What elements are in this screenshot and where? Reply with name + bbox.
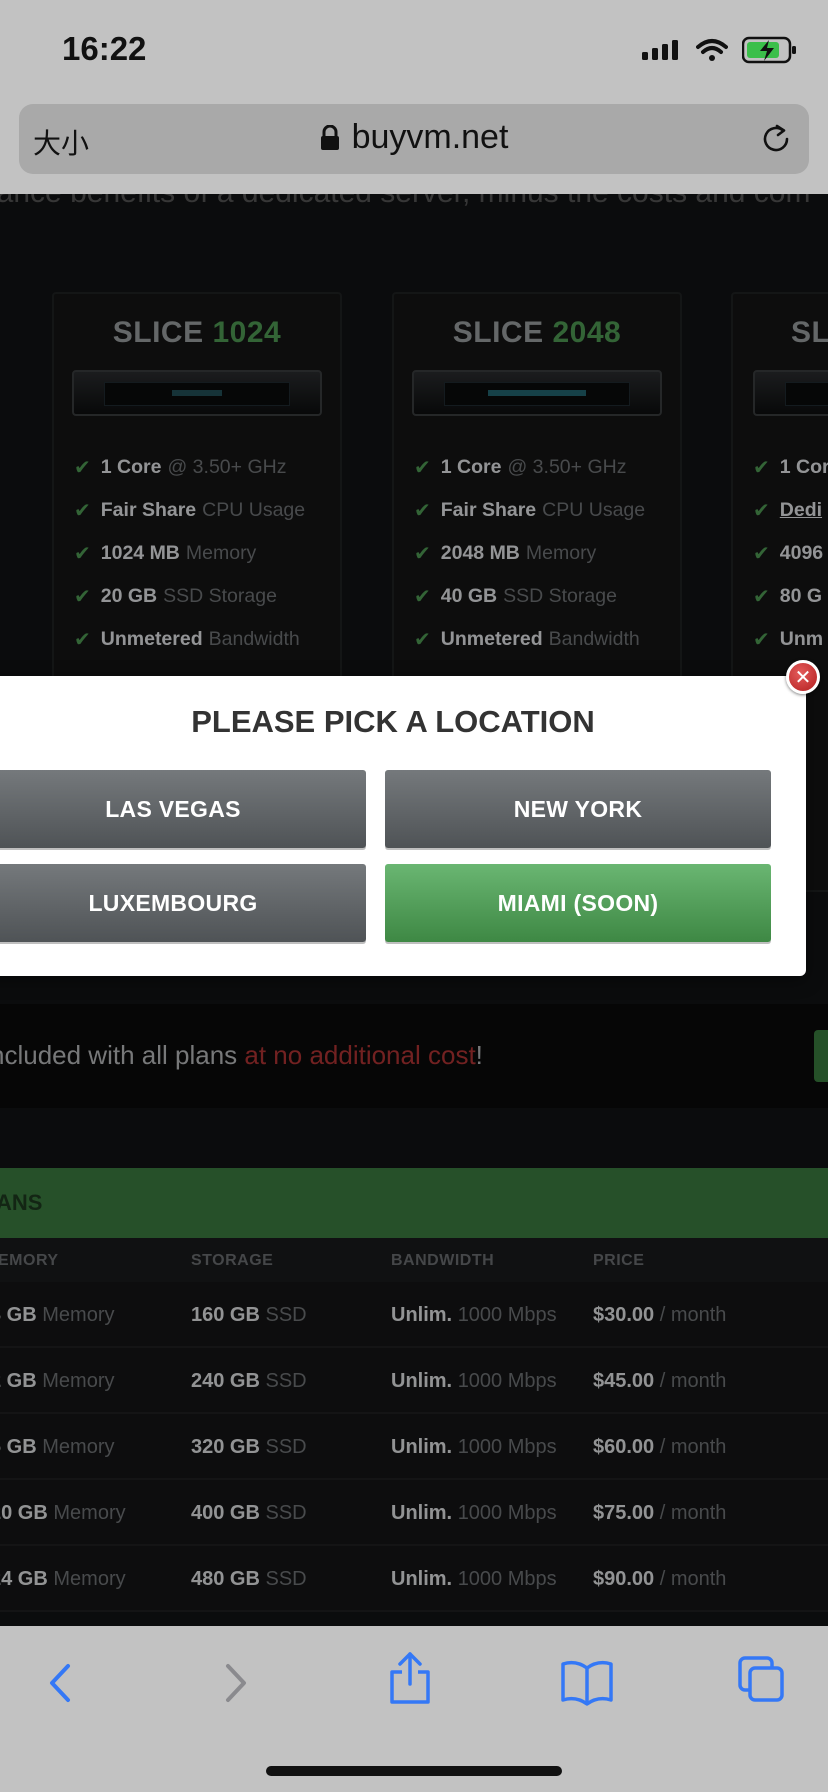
share-icon[interactable] [386, 1650, 434, 1706]
reload-icon[interactable] [759, 122, 793, 156]
luxembourg-button[interactable]: LUXEMBOURG [0, 864, 366, 942]
forward-icon[interactable] [218, 1658, 254, 1708]
battery-charging-icon [742, 36, 796, 64]
modal-title: PLEASE PICK A LOCATION [191, 704, 595, 739]
status-icons [642, 36, 798, 64]
url-display[interactable]: buyvm.net [19, 118, 809, 157]
address-bar-area: 大小 buyvm.net [0, 98, 828, 194]
tabs-icon[interactable] [736, 1654, 786, 1704]
home-indicator [266, 1766, 562, 1776]
las-vegas-button[interactable]: LAS VEGAS [0, 770, 366, 848]
wifi-icon [696, 39, 728, 61]
new-york-button[interactable]: NEW YORK [385, 770, 771, 848]
url-domain: buyvm.net [351, 118, 509, 156]
location-modal: PLEASE PICK A LOCATION LAS VEGAS NEW YOR… [0, 676, 806, 976]
bookmarks-icon[interactable] [560, 1658, 614, 1706]
status-bar: 16:22 [0, 0, 828, 98]
close-icon[interactable]: ✕ [786, 660, 820, 694]
browser-toolbar [0, 1626, 828, 1792]
lock-icon [320, 124, 339, 150]
address-bar[interactable]: 大小 buyvm.net [19, 104, 809, 174]
miami-button[interactable]: MIAMI (SOON) [385, 864, 771, 942]
cellular-signal-icon [642, 40, 678, 60]
status-time: 16:22 [62, 30, 147, 67]
back-icon[interactable] [42, 1658, 78, 1708]
